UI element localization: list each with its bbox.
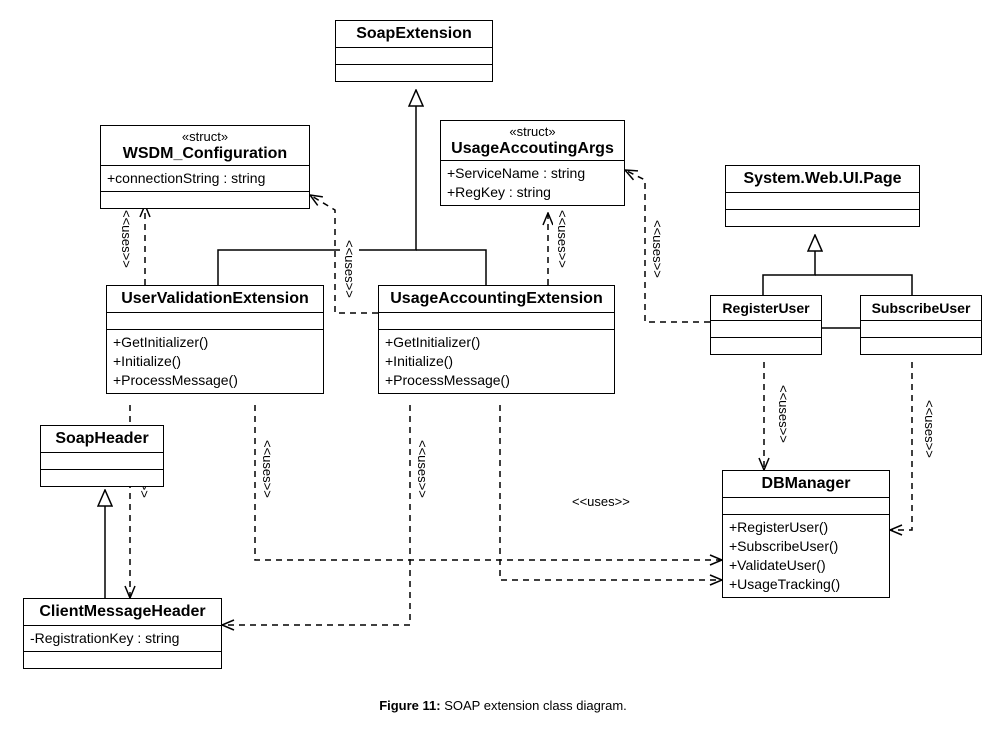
class-soapheader: SoapHeader: [40, 425, 164, 487]
attr: +connectionString : string: [107, 169, 303, 188]
class-title: WSDM_Configuration: [107, 145, 303, 163]
attr: +ServiceName : string: [447, 164, 618, 183]
class-clientmessageheader: ClientMessageHeader -RegistrationKey : s…: [23, 598, 222, 669]
op: +GetInitializer(): [385, 333, 608, 352]
uses-label: <<uses>>: [570, 494, 632, 509]
op: +RegisterUser(): [729, 518, 883, 537]
class-ops: [101, 192, 309, 208]
uses-label: <<uses>>: [774, 385, 793, 443]
class-usageaccountingextension: UsageAccountingExtension +GetInitializer…: [378, 285, 615, 394]
uses-label: <<uses>>: [413, 440, 432, 498]
figure-caption: Figure 11: SOAP extension class diagram.: [0, 698, 1006, 713]
class-system-web-ui-page: System.Web.UI.Page: [725, 165, 920, 227]
class-registeruser: RegisterUser: [710, 295, 822, 355]
class-header: «struct» UsageAccoutingArgs: [441, 121, 624, 161]
class-title: SoapExtension: [336, 21, 492, 48]
class-attrs: [379, 313, 614, 330]
attr: +RegKey : string: [447, 183, 618, 202]
class-soapextension: SoapExtension: [335, 20, 493, 82]
class-ops: [24, 652, 221, 668]
uses-label: <<uses>>: [553, 210, 572, 268]
figure-label: Figure 11:: [379, 698, 440, 713]
class-ops: +RegisterUser() +SubscribeUser() +Valida…: [723, 515, 889, 597]
figure-text: SOAP extension class diagram.: [441, 698, 627, 713]
class-attrs: [723, 498, 889, 515]
op: +ProcessMessage(): [385, 371, 608, 390]
stereotype: «struct»: [182, 129, 228, 144]
class-attrs: [711, 321, 821, 338]
class-attrs: [726, 193, 919, 210]
uses-label: <<uses>>: [648, 220, 667, 278]
class-title: System.Web.UI.Page: [726, 166, 919, 193]
class-title: SubscribeUser: [861, 296, 981, 321]
class-attrs: -RegistrationKey : string: [24, 626, 221, 652]
class-title: UserValidationExtension: [107, 286, 323, 313]
class-attrs: [336, 48, 492, 65]
class-ops: [726, 210, 919, 226]
stereotype: «struct»: [509, 124, 555, 139]
uses-label: <<uses>>: [117, 210, 136, 268]
attr: -RegistrationKey : string: [30, 629, 215, 648]
op: +Initialize(): [385, 352, 608, 371]
class-attrs: +connectionString : string: [101, 166, 309, 192]
class-ops: [861, 338, 981, 354]
class-title: UsageAccoutingArgs: [447, 140, 618, 158]
class-ops: [336, 65, 492, 81]
class-ops: [41, 470, 163, 486]
class-ops: +GetInitializer() +Initialize() +Process…: [107, 330, 323, 393]
class-title: ClientMessageHeader: [24, 599, 221, 626]
class-attrs: [41, 453, 163, 470]
op: +ValidateUser(): [729, 556, 883, 575]
class-title: UsageAccountingExtension: [379, 286, 614, 313]
op: +GetInitializer(): [113, 333, 317, 352]
class-ops: +GetInitializer() +Initialize() +Process…: [379, 330, 614, 393]
op: +SubscribeUser(): [729, 537, 883, 556]
class-title: SoapHeader: [41, 426, 163, 453]
class-title: RegisterUser: [711, 296, 821, 321]
op: +ProcessMessage(): [113, 371, 317, 390]
op: +UsageTracking(): [729, 575, 883, 594]
class-dbmanager: DBManager +RegisterUser() +SubscribeUser…: [722, 470, 890, 598]
class-header: «struct» WSDM_Configuration: [101, 126, 309, 166]
class-attrs: [861, 321, 981, 338]
class-attrs: [107, 313, 323, 330]
class-ops: [711, 338, 821, 354]
class-subscribeuser: SubscribeUser: [860, 295, 982, 355]
uses-label: <<uses>>: [258, 440, 277, 498]
op: +Initialize(): [113, 352, 317, 371]
class-attrs: +ServiceName : string +RegKey : string: [441, 161, 624, 205]
diagram-canvas: <<uses>> <<uses>> <<uses>> <<uses>> <<us…: [0, 0, 1006, 700]
uses-label: <<uses>>: [920, 400, 939, 458]
class-uservalidationextension: UserValidationExtension +GetInitializer(…: [106, 285, 324, 394]
class-wsdm-configuration: «struct» WSDM_Configuration +connectionS…: [100, 125, 310, 209]
class-usageaccoutingargs: «struct» UsageAccoutingArgs +ServiceName…: [440, 120, 625, 206]
uses-label: <<uses>>: [340, 240, 359, 298]
class-title: DBManager: [723, 471, 889, 498]
